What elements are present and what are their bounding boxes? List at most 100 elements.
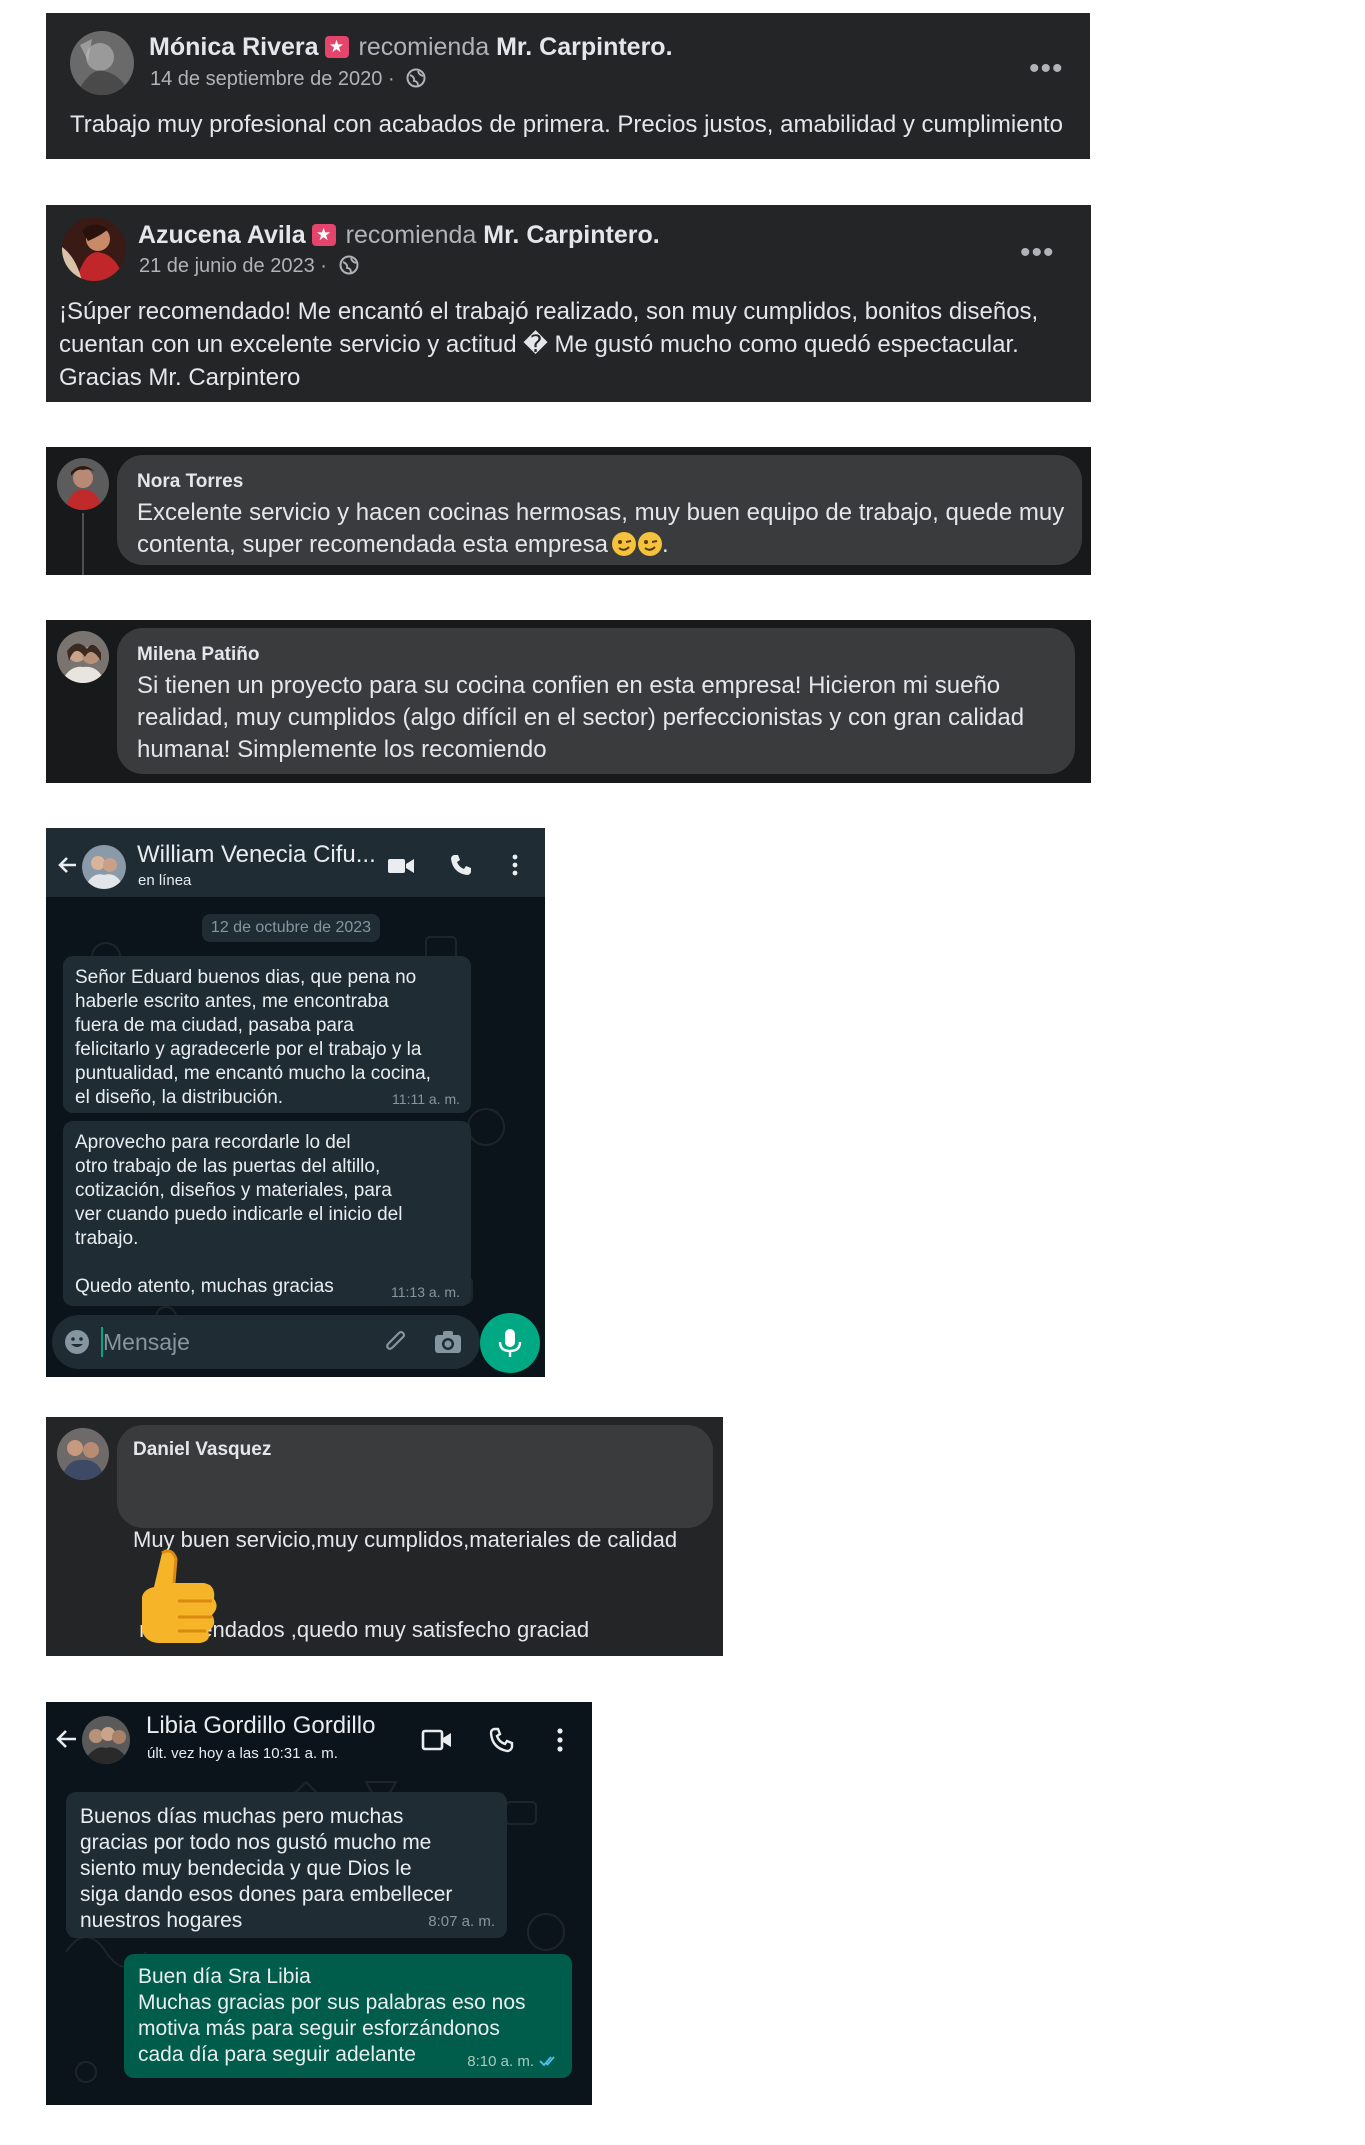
chat-header: Libia Gordillo Gordillo últ. vez hoy a l… (46, 1702, 592, 1774)
comment-author[interactable]: Milena Patiño (137, 644, 1055, 666)
post-text-line: ¡Súper recomendado! Me encantó el trabaj… (59, 298, 1039, 325)
avatar-image (57, 631, 109, 683)
mic-button[interactable] (480, 1313, 540, 1373)
post-text-line: cuentan con un excelente servicio y acti… (59, 331, 1019, 358)
comment-text-line-part: contenta, super recomendada esta empresa (137, 531, 608, 558)
recommendation-post-azucena: Azucena Avila ★ recomienda Mr. Carpintero.… (46, 205, 1091, 402)
post-text: Trabajo muy profesional con acabados de … (70, 111, 1063, 138)
avatar[interactable] (57, 458, 109, 510)
phone-call-icon[interactable] (449, 853, 473, 877)
post-header: Azucena Avila ★ recomienda Mr. Carpintero. (138, 221, 660, 250)
contact-avatar[interactable] (82, 845, 126, 889)
menu-dots-icon[interactable] (510, 853, 520, 877)
back-arrow-icon[interactable] (54, 1726, 80, 1752)
avatar[interactable] (57, 631, 109, 683)
recommend-badge-icon: ★ (311, 224, 336, 246)
message-line: ver cuando puedo indicarle el inicio del (75, 1204, 403, 1225)
message-input[interactable]: Mensaje (101, 1327, 333, 1357)
comment-text-line: humana! Simplemente los recomiendo (137, 736, 547, 763)
author-name[interactable]: Mónica Rivera (149, 33, 319, 61)
incoming-message[interactable]: Buenos días muchas pero muchas gracias p… (66, 1792, 507, 1938)
post-text-line: Gracias Mr. Carpintero (59, 364, 301, 391)
message-line: trabajo. (75, 1228, 139, 1249)
wink-emoji-icon (637, 532, 662, 556)
contact-avatar[interactable] (82, 1716, 130, 1764)
message-line: Aprovecho para recordarle lo del (75, 1132, 351, 1153)
message-line: cotización, diseños y materiales, para (75, 1180, 392, 1201)
message-input-bar: Mensaje (52, 1315, 480, 1369)
message-line: Señor Eduard buenos dias, que pena no (75, 967, 417, 988)
post-text: ¡Súper recomendado! Me encantó el trabaj… (59, 295, 1038, 394)
globe-icon (406, 68, 426, 88)
message-line: gracias por todo nos gustó mucho me (80, 1831, 432, 1854)
camera-icon[interactable] (434, 1330, 462, 1354)
message-time: 8:07 a. m. (428, 1913, 495, 1930)
comment-milena: Milena Patiño Si tienen un proyecto para… (46, 620, 1091, 783)
message-line: Muchas gracias por sus palabras eso nos (138, 1991, 526, 2014)
incoming-message[interactable]: Señor Eduard buenos dias, que pena no ha… (63, 956, 471, 1113)
attach-icon[interactable] (382, 1328, 410, 1356)
avatar[interactable] (62, 217, 126, 281)
avatar-image (62, 217, 126, 281)
message-line: Buenos días muchas pero muchas (80, 1805, 404, 1828)
comment-bubble: Nora Torres Excelente servicio y hacen c… (117, 455, 1082, 565)
comment-text-line: Excelente servicio y hacen cocinas hermo… (137, 499, 1065, 526)
page-name[interactable]: Mr. Carpintero. (483, 221, 659, 249)
contact-name[interactable]: William Venecia Cifu... (137, 841, 376, 869)
comment-bubble: Milena Patiño Si tienen un proyecto para… (117, 628, 1075, 774)
message-line: motiva más para seguir esforzándonos (138, 2017, 500, 2040)
comment-author[interactable]: Nora Torres (137, 471, 1062, 493)
comment-text: Si tienen un proyecto para su cocina con… (137, 670, 1055, 766)
phone-call-icon[interactable] (488, 1726, 516, 1754)
date-chip: 12 de octubre de 2023 (202, 914, 380, 942)
more-options-icon[interactable]: ••• (1020, 238, 1055, 268)
post-date[interactable]: 21 de junio de 2023 · (139, 255, 359, 278)
message-line: siga dando esos dones para embellecer (80, 1883, 453, 1906)
post-date[interactable]: 14 de septiembre de 2020 · (150, 68, 426, 91)
message-text: Aprovecho para recordarle lo del otro tr… (75, 1131, 459, 1299)
message-line: Buen día Sra Libia (138, 1965, 311, 1988)
outgoing-message[interactable]: Buen día Sra Libia Muchas gracias por su… (124, 1954, 572, 2078)
comment-bubble: Daniel Vasquez Muy buen servicio,muy cum… (117, 1425, 713, 1642)
post-date-text: 21 de junio de 2023 · (139, 255, 327, 277)
wink-emoji-icon (611, 532, 636, 556)
comment-nora: Nora Torres Excelente servicio y hacen c… (46, 447, 1091, 575)
author-name[interactable]: Azucena Avila (138, 221, 306, 249)
chat-header: William Venecia Cifu... en línea (46, 828, 545, 897)
mic-icon (498, 1329, 522, 1357)
post-header: Mónica Rivera ★ recomienda Mr. Carpintero. (149, 33, 673, 62)
message-time: 8:10 a. m. (467, 2053, 534, 2070)
recommend-verb: recomienda (345, 221, 477, 249)
comment-text-line: contenta, super recomendada esta empresa… (137, 529, 1062, 561)
more-options-icon[interactable]: ••• (1029, 54, 1064, 84)
whatsapp-chat-libia: Libia Gordillo Gordillo últ. vez hoy a l… (46, 1702, 592, 2105)
message-time: 11:13 a. m. (390, 1284, 460, 1300)
thumbs-up-icon[interactable] (132, 1545, 222, 1649)
message-text: Señor Eduard buenos dias, que pena no ha… (75, 966, 459, 1110)
recommend-verb: recomienda (358, 33, 490, 61)
video-call-icon[interactable] (387, 856, 415, 876)
avatar[interactable] (57, 1428, 109, 1480)
comment-text-end: . (661, 531, 669, 558)
post-date-text: 14 de septiembre de 2020 · (150, 68, 395, 90)
avatar-image (57, 1428, 109, 1480)
comment-author[interactable]: Daniel Vasquez (133, 1439, 699, 1461)
comment-text-line: Si tienen un proyecto para su cocina con… (137, 672, 1001, 699)
recommend-badge-icon: ★ (324, 36, 349, 58)
back-arrow-icon[interactable] (56, 853, 80, 877)
comment-daniel: Daniel Vasquez Muy buen servicio,muy cum… (46, 1417, 723, 1656)
emoji-icon[interactable] (64, 1329, 90, 1355)
contact-status: en línea (138, 872, 192, 889)
video-call-icon[interactable] (421, 1728, 453, 1752)
menu-dots-icon[interactable] (555, 1727, 565, 1753)
thread-line (82, 513, 84, 575)
message-input-placeholder: Mensaje (103, 1329, 190, 1355)
message-line: fuera de ma ciudad, pasaba para (75, 1015, 354, 1036)
incoming-message[interactable]: Aprovecho para recordarle lo del otro tr… (63, 1121, 471, 1306)
message-line: haberle escrito antes, me encontraba (75, 991, 389, 1012)
contact-name[interactable]: Libia Gordillo Gordillo (146, 1712, 375, 1740)
page-name[interactable]: Mr. Carpintero. (496, 33, 672, 61)
avatar[interactable] (70, 31, 134, 95)
message-line: felicitarlo y agradecerle por el trabajo… (75, 1039, 422, 1060)
comment-text-line: realidad, muy cumplidos (algo difícil en… (137, 704, 1025, 731)
